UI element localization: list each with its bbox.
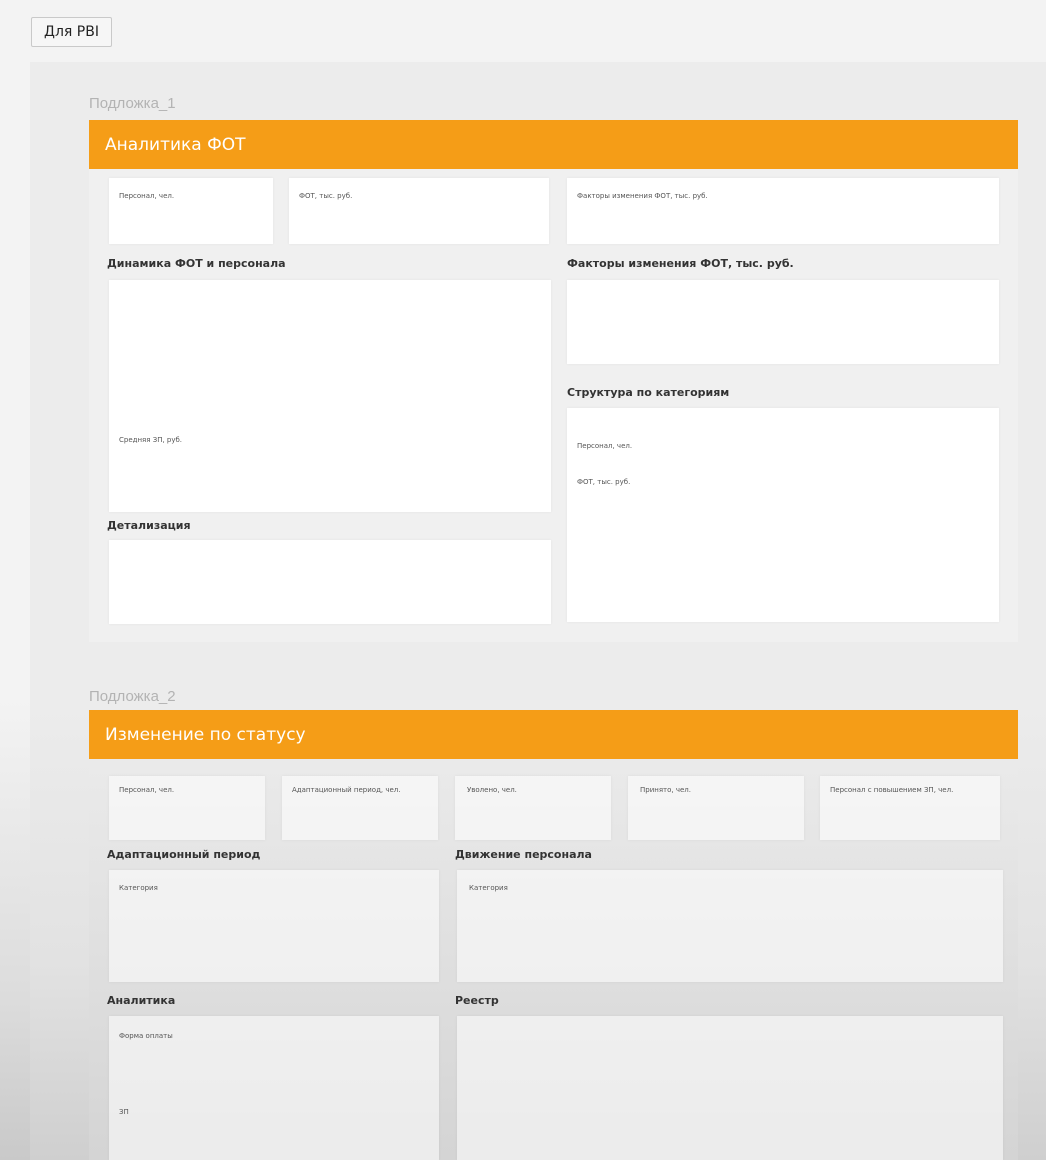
kpi-card-personnel[interactable]: Персонал, чел. xyxy=(109,776,265,840)
section-title-registry: Реестр xyxy=(455,994,499,1007)
category-label: Категория xyxy=(119,884,158,892)
layer-1-panel[interactable]: Аналитика ФОТ Персонал, чел. ФОТ, тыс. р… xyxy=(89,120,1018,642)
kpi-card-raise[interactable]: Персонал с повышением ЗП, чел. xyxy=(820,776,1000,840)
detail-table-visual[interactable] xyxy=(109,540,551,624)
section-title-adaptation: Адаптационный период xyxy=(107,848,261,861)
kpi-card-dismissed[interactable]: Уволено, чел. xyxy=(455,776,611,840)
kpi-label: Персонал, чел. xyxy=(119,192,175,200)
kpi-label: Персонал, чел. xyxy=(119,786,175,794)
kpi-label: Факторы изменения ФОТ, тыс. руб. xyxy=(577,192,708,200)
registry-table-visual[interactable] xyxy=(457,1016,1003,1160)
section-title-factors: Факторы изменения ФОТ, тыс. руб. xyxy=(567,257,794,270)
section-title-detail: Детализация xyxy=(107,519,191,532)
kpi-label: Адаптационный период, чел. xyxy=(292,786,401,794)
kpi-card-personnel[interactable]: Персонал, чел. xyxy=(109,178,273,244)
dynamics-chart-visual[interactable]: Средняя ЗП, руб. xyxy=(109,280,551,512)
section-title-analytics: Аналитика xyxy=(107,994,176,1007)
layer-1-title: Аналитика ФОТ xyxy=(105,134,246,155)
section-title-dynamics: Динамика ФОТ и персонала xyxy=(107,257,286,270)
kpi-label: Принято, чел. xyxy=(640,786,691,794)
kpi-label: Персонал с повышением ЗП, чел. xyxy=(830,786,954,794)
structure-personnel-label: Персонал, чел. xyxy=(577,442,633,450)
layer-2-panel[interactable]: Изменение по статусу Персонал, чел. Адап… xyxy=(89,710,1018,1160)
movement-chart-visual[interactable]: Категория xyxy=(457,870,1003,982)
layer-2-label: Подложка_2 xyxy=(89,688,176,705)
section-title-structure: Структура по категориям xyxy=(567,386,730,399)
section-title-movement: Движение персонала xyxy=(455,848,592,861)
layer-1-label: Подложка_1 xyxy=(89,95,176,112)
salary-label: ЗП xyxy=(119,1108,129,1116)
kpi-card-adaptation[interactable]: Адаптационный период, чел. xyxy=(282,776,438,840)
kpi-label: Уволено, чел. xyxy=(467,786,517,794)
factors-chart-visual[interactable] xyxy=(567,280,999,364)
adaptation-chart-visual[interactable]: Категория xyxy=(109,870,439,982)
kpi-card-fot[interactable]: ФОТ, тыс. руб. xyxy=(289,178,549,244)
avg-salary-label: Средняя ЗП, руб. xyxy=(119,436,183,444)
analytics-chart-visual[interactable]: Форма оплаты ЗП xyxy=(109,1016,439,1160)
layer-2-title: Изменение по статусу xyxy=(105,724,306,745)
kpi-card-factors[interactable]: Факторы изменения ФОТ, тыс. руб. xyxy=(567,178,999,244)
layer-1-header: Аналитика ФОТ xyxy=(89,120,1018,169)
kpi-card-hired[interactable]: Принято, чел. xyxy=(628,776,804,840)
category-label: Категория xyxy=(469,884,508,892)
kpi-label: ФОТ, тыс. руб. xyxy=(299,192,353,200)
for-pbi-button[interactable]: Для PBI xyxy=(31,17,112,47)
payment-form-label: Форма оплаты xyxy=(119,1032,173,1040)
structure-fot-label: ФОТ, тыс. руб. xyxy=(577,478,631,486)
structure-chart-visual[interactable]: Персонал, чел. ФОТ, тыс. руб. xyxy=(567,408,999,622)
layer-2-header: Изменение по статусу xyxy=(89,710,1018,759)
